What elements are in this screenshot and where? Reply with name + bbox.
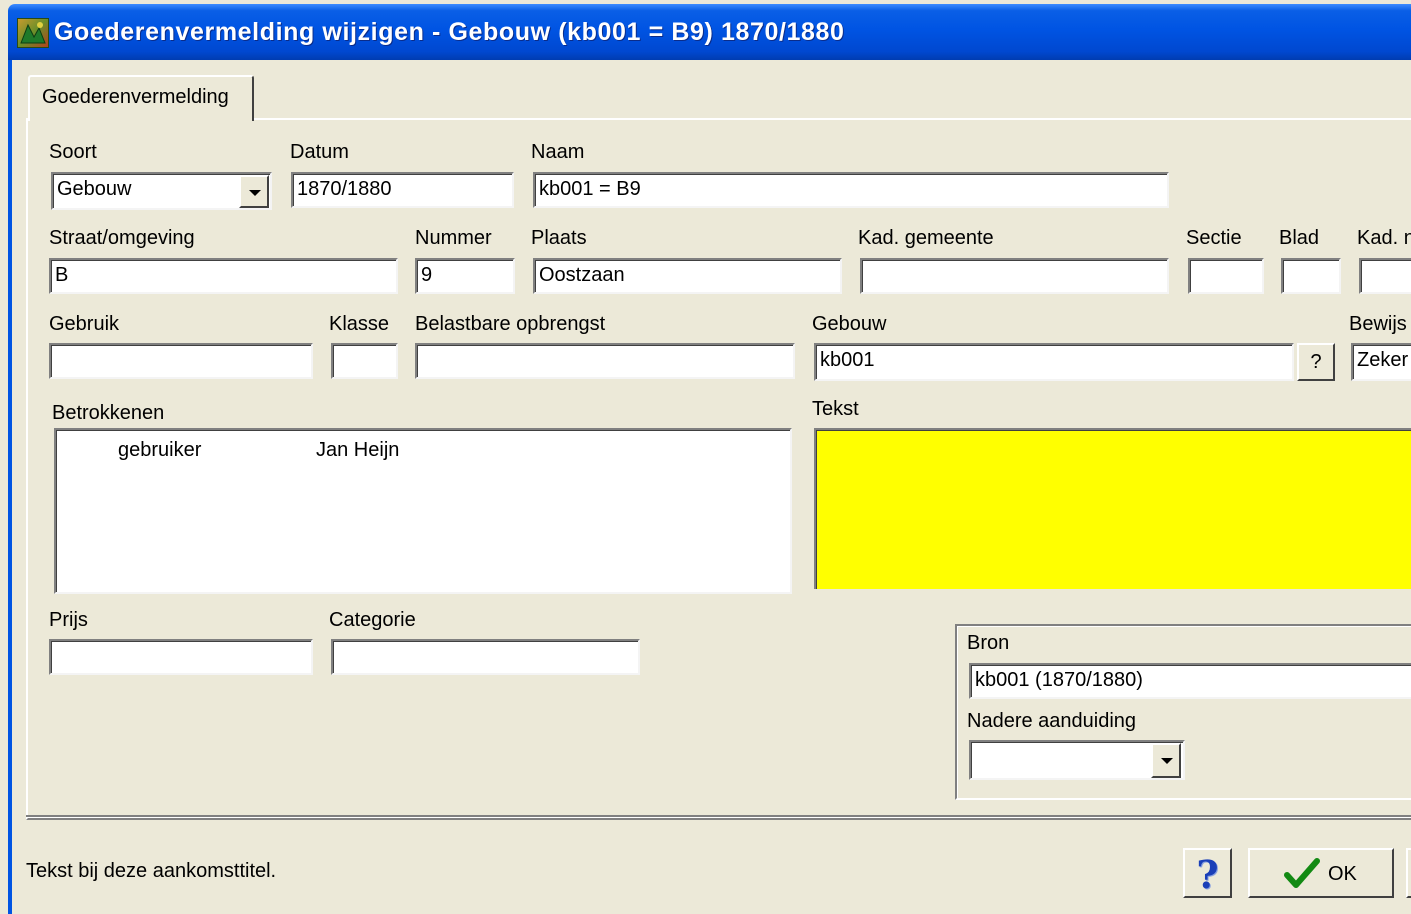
belastbare-label: Belastbare opbrengst xyxy=(415,313,606,335)
soort-label: Soort xyxy=(49,141,97,163)
window-frame-left xyxy=(8,60,12,914)
sectie-label: Sectie xyxy=(1186,227,1242,249)
kad-gemeente-field[interactable] xyxy=(860,258,1169,294)
ok-label: OK xyxy=(1328,863,1357,885)
help-button[interactable]: ? xyxy=(1183,848,1232,898)
prijs-field[interactable] xyxy=(49,639,313,675)
straat-label: Straat/omgeving xyxy=(49,227,195,249)
next-button-edge[interactable] xyxy=(1406,848,1411,898)
tekst-textarea[interactable] xyxy=(814,428,1411,589)
window-title: Goederenvermelding wijzigen - Gebouw (kb… xyxy=(54,18,845,46)
straat-field[interactable]: B xyxy=(49,258,398,294)
ok-button[interactable]: OK xyxy=(1248,848,1394,898)
gebruik-field[interactable] xyxy=(49,343,313,379)
tekst-label: Tekst xyxy=(812,398,859,420)
gebruik-label: Gebruik xyxy=(49,313,120,335)
kad-nr-field[interactable] xyxy=(1359,258,1411,294)
betrokkenen-label: Betrokkenen xyxy=(52,402,165,424)
soort-value: Gebouw xyxy=(57,178,132,200)
categorie-field[interactable] xyxy=(331,639,640,675)
bron-label: Bron xyxy=(967,632,1010,654)
datum-label: Datum xyxy=(290,141,349,163)
tab-label: Goederenvermelding xyxy=(42,86,229,108)
blad-field[interactable] xyxy=(1281,258,1341,294)
title-bar[interactable]: Goederenvermelding wijzigen - Gebouw (kb… xyxy=(8,4,1411,60)
dropdown-arrow-icon[interactable] xyxy=(239,175,269,208)
app-icon xyxy=(17,18,49,48)
bewijs-label: Bewijs xyxy=(1349,313,1407,335)
naam-label: Naam xyxy=(531,141,585,163)
kad-nr-label: Kad. n xyxy=(1357,227,1411,249)
klasse-label: Klasse xyxy=(329,313,390,335)
betrokkenen-list[interactable]: gebruiker Jan Heijn xyxy=(54,428,792,594)
plaats-field[interactable]: Oostzaan xyxy=(533,258,842,294)
plaats-label: Plaats xyxy=(531,227,587,249)
belastbare-field[interactable] xyxy=(415,343,795,379)
klasse-field[interactable] xyxy=(331,343,398,379)
nummer-label: Nummer xyxy=(415,227,492,249)
help-icon: ? xyxy=(1196,852,1219,897)
categorie-label: Categorie xyxy=(329,609,416,631)
status-hint: Tekst bij deze aankomsttitel. xyxy=(26,860,277,882)
tab-goederenvermelding[interactable]: Goederenvermelding xyxy=(28,75,254,121)
bewijs-dropdown[interactable]: Zeker xyxy=(1351,343,1411,381)
kad-gemeente-label: Kad. gemeente xyxy=(858,227,994,249)
list-item[interactable]: gebruiker Jan Heijn xyxy=(56,436,756,464)
datum-field[interactable]: 1870/1880 xyxy=(291,172,514,208)
naam-field[interactable]: kb001 = B9 xyxy=(533,172,1169,208)
dropdown-arrow-icon[interactable] xyxy=(1151,743,1181,778)
prijs-label: Prijs xyxy=(49,609,88,631)
checkmark-icon xyxy=(1284,858,1320,896)
blad-label: Blad xyxy=(1279,227,1320,249)
gebouw-field[interactable]: kb001 xyxy=(814,343,1294,381)
sectie-field[interactable] xyxy=(1188,258,1264,294)
bron-field[interactable]: kb001 (1870/1880) xyxy=(969,663,1411,699)
separator xyxy=(26,815,1411,818)
nummer-field[interactable]: 9 xyxy=(415,258,515,294)
gebouw-label: Gebouw xyxy=(812,313,887,335)
list-item-name: Jan Heijn xyxy=(316,439,400,461)
list-item-role: gebruiker xyxy=(118,439,202,461)
nadere-label: Nadere aanduiding xyxy=(967,710,1137,732)
gebouw-lookup-button[interactable]: ? xyxy=(1297,343,1335,381)
